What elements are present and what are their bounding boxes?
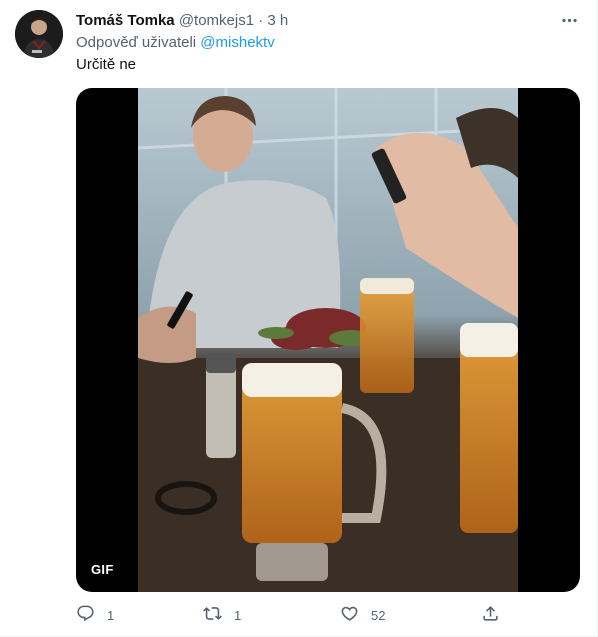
- reply-icon: [76, 604, 95, 626]
- reply-prefix: Odpověď uživateli: [76, 34, 197, 51]
- gif-badge: GIF: [86, 558, 119, 582]
- retweet-icon: [203, 604, 222, 626]
- author-name[interactable]: Tomáš Tomka: [76, 12, 175, 29]
- like-button[interactable]: 52: [340, 603, 385, 627]
- like-icon: [340, 604, 359, 626]
- reply-context: Odpověď uživateli @mishektv: [76, 33, 275, 53]
- share-icon: [481, 604, 500, 626]
- share-button[interactable]: [481, 603, 500, 627]
- reply-button[interactable]: 1: [76, 603, 114, 627]
- reply-count: 1: [107, 607, 115, 623]
- author-handle[interactable]: @tomkejs1: [179, 12, 254, 29]
- retweet-button[interactable]: 1: [203, 603, 241, 627]
- tweet-header: Tomáš Tomka @tomkejs1 · 3 h: [76, 11, 288, 31]
- gif-frame: [137, 88, 519, 592]
- like-count: 52: [371, 607, 386, 623]
- reply-mention-link[interactable]: @mishektv: [200, 34, 274, 51]
- tweet-time[interactable]: 3 h: [267, 12, 288, 29]
- tweet-media-gif[interactable]: GIF: [76, 88, 580, 592]
- separator-dot: ·: [258, 12, 264, 29]
- avatar[interactable]: [15, 10, 63, 58]
- tweet-text: Určitě ne: [76, 56, 137, 73]
- more-icon[interactable]: [559, 10, 579, 30]
- retweet-count: 1: [234, 607, 242, 623]
- tweet[interactable]: Tomáš Tomka @tomkejs1 · 3 h Odpověď uživ…: [0, 0, 598, 637]
- tweet-actions: 1 1 52: [76, 603, 506, 627]
